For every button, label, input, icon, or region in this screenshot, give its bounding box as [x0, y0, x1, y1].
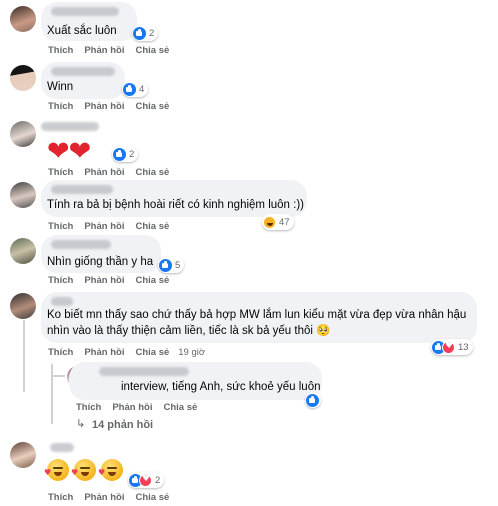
- hugging-face-emoji: ♥: [44, 459, 69, 481]
- comment-actions: Thích Phản hồi Chia sẻ: [48, 45, 180, 56]
- comment-text-line-2: nhìn vào là thấy thiện cảm liền, tiếc là…: [47, 325, 331, 337]
- avatar[interactable]: [10, 293, 36, 319]
- reaction-summary[interactable]: 5: [158, 257, 185, 273]
- comment-8: ♥ ♥ ♥ 2 Thích Phản hồi Chia sẻ: [0, 437, 498, 506]
- comment-1: Xuất sắc luôn 2 Thích Phản hồi Chia sẻ: [0, 0, 498, 58]
- like-button[interactable]: Thích: [48, 275, 73, 286]
- reply-button[interactable]: Phản hồi: [84, 221, 124, 232]
- commenter-name[interactable]: [50, 443, 74, 452]
- like-button[interactable]: Thích: [76, 402, 101, 413]
- share-button[interactable]: Chia sẻ: [135, 347, 169, 358]
- like-icon: [159, 258, 172, 272]
- reaction-count: 2: [129, 148, 135, 160]
- share-button[interactable]: Chia sẻ: [135, 167, 169, 178]
- comment-bubble: Ko biết mn thấy sao chứ thấy bả hợp MW l…: [41, 292, 477, 343]
- view-more-replies-link[interactable]: 14 phản hồi: [92, 419, 153, 431]
- comment-bubble: Tính ra bả bị bệnh hoài riết có kinh ngh…: [41, 180, 307, 217]
- like-icon: [123, 82, 136, 96]
- comment-bubble: interview, tiếng Anh, sức khoẻ yếu luôn: [69, 362, 322, 400]
- like-icon: [113, 147, 126, 161]
- comment-5: Nhìn giống thần y ha 5 Thích Phản hồi Chia…: [0, 235, 498, 293]
- reply-button[interactable]: Phản hồi: [84, 275, 124, 286]
- comment-actions: Thích Phản hồi Chia sẻ: [48, 492, 180, 503]
- reply-button[interactable]: Phản hồi: [84, 45, 124, 56]
- comment-4: Tính ra bả bị bệnh hoài riết có kinh ngh…: [0, 180, 498, 236]
- love-icon: [442, 340, 455, 354]
- reply-button[interactable]: Phản hồi: [84, 101, 124, 112]
- like-button[interactable]: Thích: [48, 101, 73, 112]
- reaction-summary[interactable]: 2: [112, 146, 139, 162]
- comment-6: Ko biết mn thấy sao chứ thấy bả hợp MW l…: [0, 292, 498, 362]
- reply-1: interview, tiếng Anh, sức khoẻ yếu luôn …: [0, 362, 498, 416]
- avatar[interactable]: [10, 238, 36, 264]
- share-button[interactable]: Chia sẻ: [135, 492, 169, 503]
- like-button[interactable]: Thích: [48, 221, 73, 232]
- comment-2: Winn 4 Thích Phản hồi Chia sẻ: [0, 62, 498, 117]
- like-icon: [133, 26, 146, 40]
- commenter-name[interactable]: [41, 122, 99, 131]
- haha-icon: [263, 215, 276, 229]
- reaction-count: 2: [149, 27, 155, 39]
- timestamp[interactable]: 19 giờ: [178, 347, 205, 358]
- avatar[interactable]: [10, 182, 36, 208]
- comment-bubble: Winn: [41, 62, 125, 99]
- reaction-count: 5: [175, 259, 181, 271]
- comment-text: Xuất sắc luôn: [47, 25, 117, 37]
- reaction-summary[interactable]: 4: [122, 81, 149, 97]
- comment-bubble: Xuất sắc luôn: [41, 2, 137, 41]
- love-icon: [139, 473, 152, 487]
- comment-actions: Thích Phản hồi Chia sẻ: [48, 275, 180, 286]
- hugging-face-emoji: ♥: [71, 459, 96, 481]
- comment-actions: Thích Phản hồi Chia sẻ: [48, 221, 180, 232]
- reaction-count: 13: [458, 341, 469, 353]
- reaction-count: 47: [279, 216, 290, 228]
- share-button[interactable]: Chia sẻ: [135, 101, 169, 112]
- comment-actions: Thích Phản hồi Chia sẻ: [48, 101, 180, 112]
- share-button[interactable]: Chia sẻ: [135, 45, 169, 56]
- share-button[interactable]: Chia sẻ: [135, 221, 169, 232]
- share-button[interactable]: Chia sẻ: [135, 275, 169, 286]
- reaction-count: 4: [139, 83, 145, 95]
- heart-emoji: ❤❤: [47, 136, 91, 167]
- comment-text: interview, tiếng Anh, sức khoẻ yếu luôn: [121, 381, 321, 393]
- avatar[interactable]: [10, 6, 36, 32]
- reply-arrow-icon: ↳: [76, 418, 86, 430]
- comment-text-line-1: Ko biết mn thấy sao chứ thấy bả hợp MW l…: [47, 309, 467, 321]
- avatar[interactable]: [10, 121, 36, 147]
- commenter-name[interactable]: [51, 297, 73, 306]
- reply-button[interactable]: Phản hồi: [84, 167, 124, 178]
- reaction-count: 2: [155, 474, 161, 486]
- reply-button[interactable]: Phản hồi: [84, 347, 124, 358]
- comment-actions: Thích Phản hồi Chia sẻ 19 giờ: [48, 347, 216, 358]
- avatar[interactable]: [10, 442, 36, 468]
- comment-actions: Thích Phản hồi Chia sẻ: [76, 402, 208, 413]
- like-button[interactable]: Thích: [48, 492, 73, 503]
- reply-button[interactable]: Phản hồi: [112, 402, 152, 413]
- reaction-summary[interactable]: 47: [262, 214, 294, 230]
- comment-bubble: Nhìn giống thần y ha: [41, 235, 161, 273]
- share-button[interactable]: Chia sẻ: [163, 402, 197, 413]
- reaction-summary[interactable]: 2: [132, 25, 159, 41]
- hugging-face-emoji: ♥: [98, 459, 123, 481]
- reaction-summary[interactable]: [305, 392, 321, 408]
- like-button[interactable]: Thích: [48, 347, 73, 358]
- comment-text: Winn: [47, 81, 74, 93]
- comment-3: ❤❤ 2 Thích Phản hồi Chia sẻ: [0, 117, 498, 181]
- commenter-name[interactable]: [51, 240, 111, 249]
- like-button[interactable]: Thích: [48, 45, 73, 56]
- commenter-name[interactable]: [51, 67, 115, 76]
- commenter-name[interactable]: [51, 185, 113, 194]
- avatar[interactable]: [10, 65, 36, 91]
- comment-text: Nhìn giống thần y ha: [47, 256, 154, 268]
- like-icon: [306, 393, 319, 407]
- comment-text: Tính ra bả bị bệnh hoài riết có kinh ngh…: [47, 199, 304, 211]
- commenter-name[interactable]: [99, 367, 189, 376]
- reaction-summary[interactable]: 2: [128, 472, 165, 488]
- reply-button[interactable]: Phản hồi: [84, 492, 124, 503]
- like-button[interactable]: Thích: [48, 167, 73, 178]
- commenter-name[interactable]: [51, 7, 119, 16]
- comment-bubble: [41, 119, 111, 133]
- comment-actions: Thích Phản hồi Chia sẻ: [48, 167, 180, 178]
- reaction-summary[interactable]: 13: [431, 339, 473, 355]
